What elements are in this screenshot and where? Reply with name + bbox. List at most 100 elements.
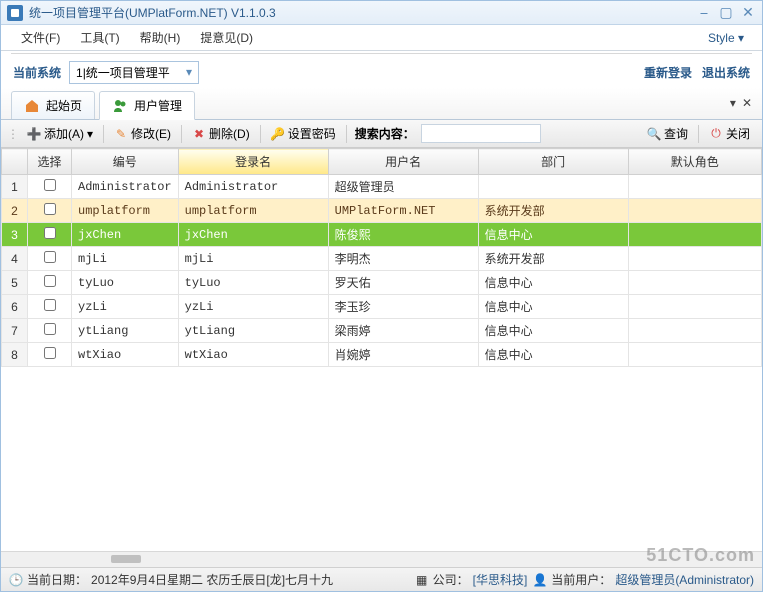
cell-login: ytLiang bbox=[178, 319, 328, 343]
row-checkbox[interactable] bbox=[44, 179, 56, 191]
col-index[interactable] bbox=[2, 149, 28, 175]
table-row[interactable]: 5tyLuotyLuo罗天佑信息中心 bbox=[2, 271, 762, 295]
cell-role bbox=[628, 199, 761, 223]
table-row[interactable]: 1AdministratorAdministrator超级管理员 bbox=[2, 175, 762, 199]
table-row[interactable]: 7ytLiangytLiang梁雨婷信息中心 bbox=[2, 319, 762, 343]
row-checkbox[interactable] bbox=[44, 227, 56, 239]
setpwd-button[interactable]: 🔑设置密码 bbox=[265, 123, 342, 144]
table-row[interactable]: 4mjLimjLi李明杰系统开发部 bbox=[2, 247, 762, 271]
menu-tool[interactable]: 工具(T) bbox=[70, 26, 129, 49]
system-select[interactable]: 1|统一项目管理平 ▾ bbox=[69, 61, 199, 84]
cell-index: 5 bbox=[2, 271, 28, 295]
cell-login: yzLi bbox=[178, 295, 328, 319]
add-button[interactable]: ➕添加(A)▾ bbox=[21, 123, 99, 144]
cell-role bbox=[628, 223, 761, 247]
tab-close-icon[interactable]: ✕ bbox=[742, 96, 752, 110]
cell-role bbox=[628, 319, 761, 343]
cell-code: tyLuo bbox=[72, 271, 179, 295]
cell-select bbox=[28, 175, 72, 199]
col-role[interactable]: 默认角色 bbox=[628, 149, 761, 175]
cell-dept: 信息中心 bbox=[478, 295, 628, 319]
cell-select bbox=[28, 295, 72, 319]
menu-style[interactable]: Style ▾ bbox=[700, 29, 752, 47]
col-select[interactable]: 选择 bbox=[28, 149, 72, 175]
cell-role bbox=[628, 295, 761, 319]
table-row[interactable]: 2umplatformumplatformUMPlatForm.NET系统开发部 bbox=[2, 199, 762, 223]
cell-code: mjLi bbox=[72, 247, 179, 271]
minimize-button[interactable]: ⎯ bbox=[696, 5, 712, 21]
hscrollbar[interactable] bbox=[1, 551, 762, 567]
query-button[interactable]: 🔍查询 bbox=[641, 123, 694, 144]
cell-select bbox=[28, 271, 72, 295]
cell-role bbox=[628, 247, 761, 271]
tab-home-label: 起始页 bbox=[46, 97, 82, 114]
cell-username: 李玉珍 bbox=[328, 295, 478, 319]
cell-select bbox=[28, 343, 72, 367]
tab-dropdown-icon[interactable]: ▾ bbox=[730, 96, 736, 110]
cell-dept: 系统开发部 bbox=[478, 247, 628, 271]
cell-dept: 信息中心 bbox=[478, 319, 628, 343]
menu-feedback[interactable]: 提意见(D) bbox=[190, 26, 263, 49]
relogin-link[interactable]: 重新登录 bbox=[644, 64, 692, 81]
cell-role bbox=[628, 343, 761, 367]
cell-code: Administrator bbox=[72, 175, 179, 199]
row-checkbox[interactable] bbox=[44, 323, 56, 335]
menu-file[interactable]: 文件(F) bbox=[11, 26, 70, 49]
cell-username: UMPlatForm.NET bbox=[328, 199, 478, 223]
cell-role bbox=[628, 271, 761, 295]
app-icon bbox=[7, 5, 23, 21]
grid: 选择 编号 登录名 用户名 部门 默认角色 1AdministratorAdmi… bbox=[1, 148, 762, 567]
user-icon: 👤 bbox=[533, 573, 547, 587]
menubar: 文件(F) 工具(T) 帮助(H) 提意见(D) Style ▾ bbox=[1, 25, 762, 51]
search-icon: 🔍 bbox=[647, 127, 661, 141]
clock-icon: 🕒 bbox=[9, 573, 23, 587]
table-row[interactable]: 3jxChenjxChen陈俊熙信息中心 bbox=[2, 223, 762, 247]
tab-home[interactable]: 起始页 bbox=[11, 91, 95, 119]
row-checkbox[interactable] bbox=[44, 299, 56, 311]
col-login[interactable]: 登录名 bbox=[178, 149, 328, 175]
cell-index: 3 bbox=[2, 223, 28, 247]
maximize-button[interactable]: ▢ bbox=[718, 5, 734, 21]
status-user-link[interactable]: 超级管理员(Administrator) bbox=[615, 571, 754, 588]
cell-username: 陈俊熙 bbox=[328, 223, 478, 247]
cell-login: jxChen bbox=[178, 223, 328, 247]
close-panel-button[interactable]: ⏻关闭 bbox=[703, 123, 756, 144]
system-row: 当前系统 1|统一项目管理平 ▾ 重新登录 退出系统 bbox=[1, 56, 762, 88]
cell-login: mjLi bbox=[178, 247, 328, 271]
exit-link[interactable]: 退出系统 bbox=[702, 64, 750, 81]
status-date-label: 当前日期： bbox=[27, 571, 87, 588]
cell-select bbox=[28, 247, 72, 271]
row-checkbox[interactable] bbox=[44, 251, 56, 263]
row-checkbox[interactable] bbox=[44, 275, 56, 287]
delete-icon: ✖ bbox=[192, 127, 206, 141]
row-checkbox[interactable] bbox=[44, 347, 56, 359]
titlebar: 统一项目管理平台(UMPlatForm.NET) V1.1.0.3 ⎯ ▢ ✕ bbox=[1, 1, 762, 25]
status-company-link[interactable]: [华思科技] bbox=[473, 571, 528, 588]
cell-select bbox=[28, 223, 72, 247]
col-dept[interactable]: 部门 bbox=[478, 149, 628, 175]
row-checkbox[interactable] bbox=[44, 203, 56, 215]
col-username[interactable]: 用户名 bbox=[328, 149, 478, 175]
cell-dept bbox=[478, 175, 628, 199]
cell-code: umplatform bbox=[72, 199, 179, 223]
cell-select bbox=[28, 199, 72, 223]
toolbar-grip-icon: ⋮ bbox=[7, 127, 19, 141]
cell-dept: 信息中心 bbox=[478, 271, 628, 295]
tab-usermgmt-label: 用户管理 bbox=[134, 97, 182, 114]
delete-button[interactable]: ✖删除(D) bbox=[186, 123, 256, 144]
modify-button[interactable]: ✎修改(E) bbox=[108, 123, 177, 144]
table-row[interactable]: 6yzLiyzLi李玉珍信息中心 bbox=[2, 295, 762, 319]
cell-login: tyLuo bbox=[178, 271, 328, 295]
tab-usermgmt[interactable]: 用户管理 bbox=[99, 91, 195, 120]
cell-login: umplatform bbox=[178, 199, 328, 223]
user-table: 选择 编号 登录名 用户名 部门 默认角色 1AdministratorAdmi… bbox=[1, 148, 762, 367]
cell-dept: 系统开发部 bbox=[478, 199, 628, 223]
system-label: 当前系统 bbox=[13, 64, 61, 81]
menu-help[interactable]: 帮助(H) bbox=[130, 26, 191, 49]
close-button[interactable]: ✕ bbox=[740, 5, 756, 21]
col-code[interactable]: 编号 bbox=[72, 149, 179, 175]
system-value: 1|统一项目管理平 bbox=[76, 64, 170, 81]
toolbar: ⋮ ➕添加(A)▾ ✎修改(E) ✖删除(D) 🔑设置密码 搜索内容： 🔍查询 … bbox=[1, 120, 762, 148]
search-input[interactable] bbox=[421, 124, 541, 143]
table-row[interactable]: 8wtXiaowtXiao肖婉婷信息中心 bbox=[2, 343, 762, 367]
